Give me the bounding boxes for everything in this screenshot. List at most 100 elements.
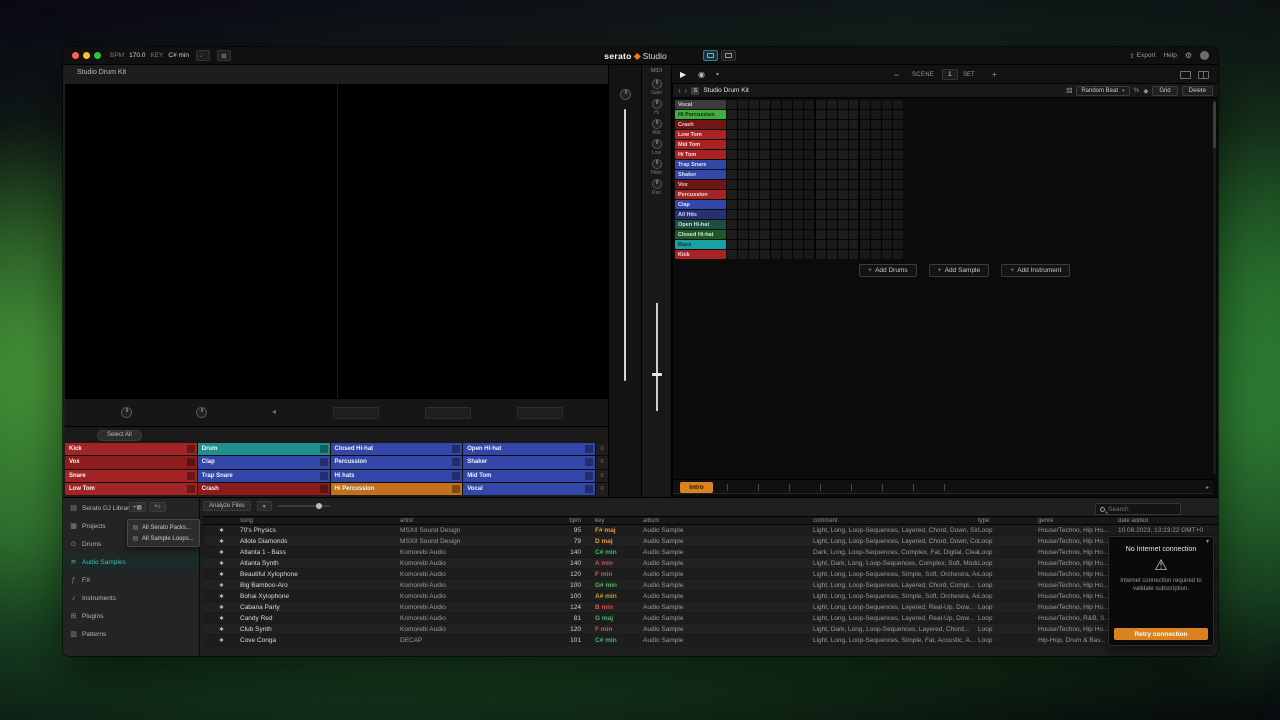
step-cell[interactable] bbox=[827, 210, 837, 219]
step-cell[interactable] bbox=[749, 190, 759, 199]
step-cell[interactable] bbox=[871, 140, 881, 149]
quantize-button[interactable]: ⊞ bbox=[217, 50, 231, 61]
step-cell[interactable] bbox=[804, 230, 814, 239]
step-cell[interactable] bbox=[782, 120, 792, 129]
step-cell[interactable] bbox=[816, 200, 826, 209]
step-cell[interactable] bbox=[749, 110, 759, 119]
library-row-beautiful-xylophone[interactable]: ∗Beautiful XylophoneKomorebi Audio120F m… bbox=[203, 569, 1218, 580]
add-instrument-button[interactable]: +Add Instrument bbox=[1001, 264, 1070, 277]
step-cell[interactable] bbox=[816, 150, 826, 159]
step-cell[interactable] bbox=[793, 250, 803, 259]
step-cell[interactable] bbox=[838, 200, 848, 209]
step-cell[interactable] bbox=[860, 140, 870, 149]
step-cell[interactable] bbox=[827, 170, 837, 179]
step-cell[interactable] bbox=[738, 150, 748, 159]
step-cell[interactable] bbox=[760, 190, 770, 199]
step-cell[interactable] bbox=[816, 250, 826, 259]
step-cell[interactable] bbox=[771, 200, 781, 209]
column-header-comment[interactable]: comment bbox=[813, 518, 978, 524]
step-cell[interactable] bbox=[816, 210, 826, 219]
drum-pad-hi-hats[interactable]: Hi hats bbox=[331, 470, 463, 482]
step-cell[interactable] bbox=[882, 190, 892, 199]
step-cell[interactable] bbox=[893, 130, 903, 139]
step-cell[interactable] bbox=[727, 240, 737, 249]
step-cell[interactable] bbox=[882, 250, 892, 259]
step-cell[interactable] bbox=[760, 100, 770, 109]
step-cell[interactable] bbox=[838, 110, 848, 119]
crate-item-all-sample-loops-[interactable]: ▤All Sample Loops... bbox=[128, 533, 199, 544]
back-button[interactable]: ‹ bbox=[678, 87, 681, 95]
column-header-album[interactable]: album bbox=[643, 518, 813, 524]
export-button[interactable]: ⇪Export bbox=[1129, 52, 1155, 60]
step-cell[interactable] bbox=[816, 180, 826, 189]
play-button[interactable]: ▶ bbox=[680, 65, 686, 84]
slider-thumb[interactable] bbox=[316, 503, 322, 509]
step-cell[interactable] bbox=[893, 250, 903, 259]
step-cell[interactable] bbox=[882, 200, 892, 209]
step-cell[interactable] bbox=[827, 140, 837, 149]
step-cell[interactable] bbox=[893, 110, 903, 119]
step-cell[interactable] bbox=[816, 230, 826, 239]
step-cell[interactable] bbox=[860, 170, 870, 179]
step-cell[interactable] bbox=[793, 130, 803, 139]
step-cell[interactable] bbox=[827, 240, 837, 249]
step-cell[interactable] bbox=[827, 250, 837, 259]
step-cell[interactable] bbox=[804, 150, 814, 159]
step-cell[interactable] bbox=[793, 160, 803, 169]
step-cell[interactable] bbox=[760, 180, 770, 189]
step-cell[interactable] bbox=[727, 230, 737, 239]
step-cell[interactable] bbox=[727, 130, 737, 139]
bpm-value[interactable]: 170.0 bbox=[129, 52, 145, 59]
step-cell[interactable] bbox=[871, 230, 881, 239]
step-cell[interactable] bbox=[771, 150, 781, 159]
step-cell[interactable] bbox=[793, 190, 803, 199]
step-cell[interactable] bbox=[727, 210, 737, 219]
step-cell[interactable] bbox=[760, 230, 770, 239]
step-cell[interactable] bbox=[827, 100, 837, 109]
step-cell[interactable] bbox=[838, 100, 848, 109]
step-cell[interactable] bbox=[827, 160, 837, 169]
step-cell[interactable] bbox=[882, 240, 892, 249]
library-row-cove-conga[interactable]: ∗Cove CongaDECAP101C# minAudio SampleLig… bbox=[203, 635, 1218, 646]
step-cell[interactable] bbox=[749, 250, 759, 259]
step-cell[interactable] bbox=[782, 170, 792, 179]
step-cell[interactable] bbox=[760, 130, 770, 139]
step-cell[interactable] bbox=[793, 200, 803, 209]
step-cell[interactable] bbox=[804, 200, 814, 209]
track-trap-snare[interactable]: Trap Snare bbox=[675, 160, 726, 169]
step-cell[interactable] bbox=[860, 200, 870, 209]
step-cell[interactable] bbox=[827, 230, 837, 239]
step-cell[interactable] bbox=[893, 240, 903, 249]
step-cell[interactable] bbox=[760, 200, 770, 209]
account-avatar[interactable] bbox=[1200, 51, 1209, 60]
step-cell[interactable] bbox=[860, 130, 870, 139]
step-cell[interactable] bbox=[804, 120, 814, 129]
step-cell[interactable] bbox=[782, 240, 792, 249]
step-cell[interactable] bbox=[882, 120, 892, 129]
step-cell[interactable] bbox=[771, 210, 781, 219]
column-header-type[interactable]: type bbox=[978, 518, 1038, 524]
step-cell[interactable] bbox=[827, 130, 837, 139]
step-cell[interactable] bbox=[760, 150, 770, 159]
step-cell[interactable] bbox=[771, 240, 781, 249]
step-cell[interactable] bbox=[749, 210, 759, 219]
step-cell[interactable] bbox=[782, 180, 792, 189]
step-cell[interactable] bbox=[804, 250, 814, 259]
sidebar-item-patterns[interactable]: ▥Patterns bbox=[63, 625, 199, 643]
step-cell[interactable] bbox=[893, 220, 903, 229]
sidebar-item-plugins[interactable]: ⊞Plugins bbox=[63, 607, 199, 625]
drum-pad-trap-snare[interactable]: Trap Snare bbox=[198, 470, 330, 482]
step-cell[interactable] bbox=[727, 150, 737, 159]
track-vox[interactable]: Vox bbox=[675, 180, 726, 189]
step-cell[interactable] bbox=[793, 230, 803, 239]
step-cell[interactable] bbox=[882, 130, 892, 139]
track-closed-hi-hat[interactable]: Closed Hi-hat bbox=[675, 230, 726, 239]
drum-pad-percussion[interactable]: Percussion bbox=[331, 456, 463, 468]
step-cell[interactable] bbox=[760, 170, 770, 179]
column-header-genre[interactable]: genre bbox=[1038, 518, 1118, 524]
drum-pad-vox[interactable]: Vox bbox=[65, 456, 197, 468]
step-cell[interactable] bbox=[882, 230, 892, 239]
fx-slot-2[interactable] bbox=[425, 407, 471, 419]
step-cell[interactable] bbox=[838, 190, 848, 199]
step-cell[interactable] bbox=[793, 170, 803, 179]
